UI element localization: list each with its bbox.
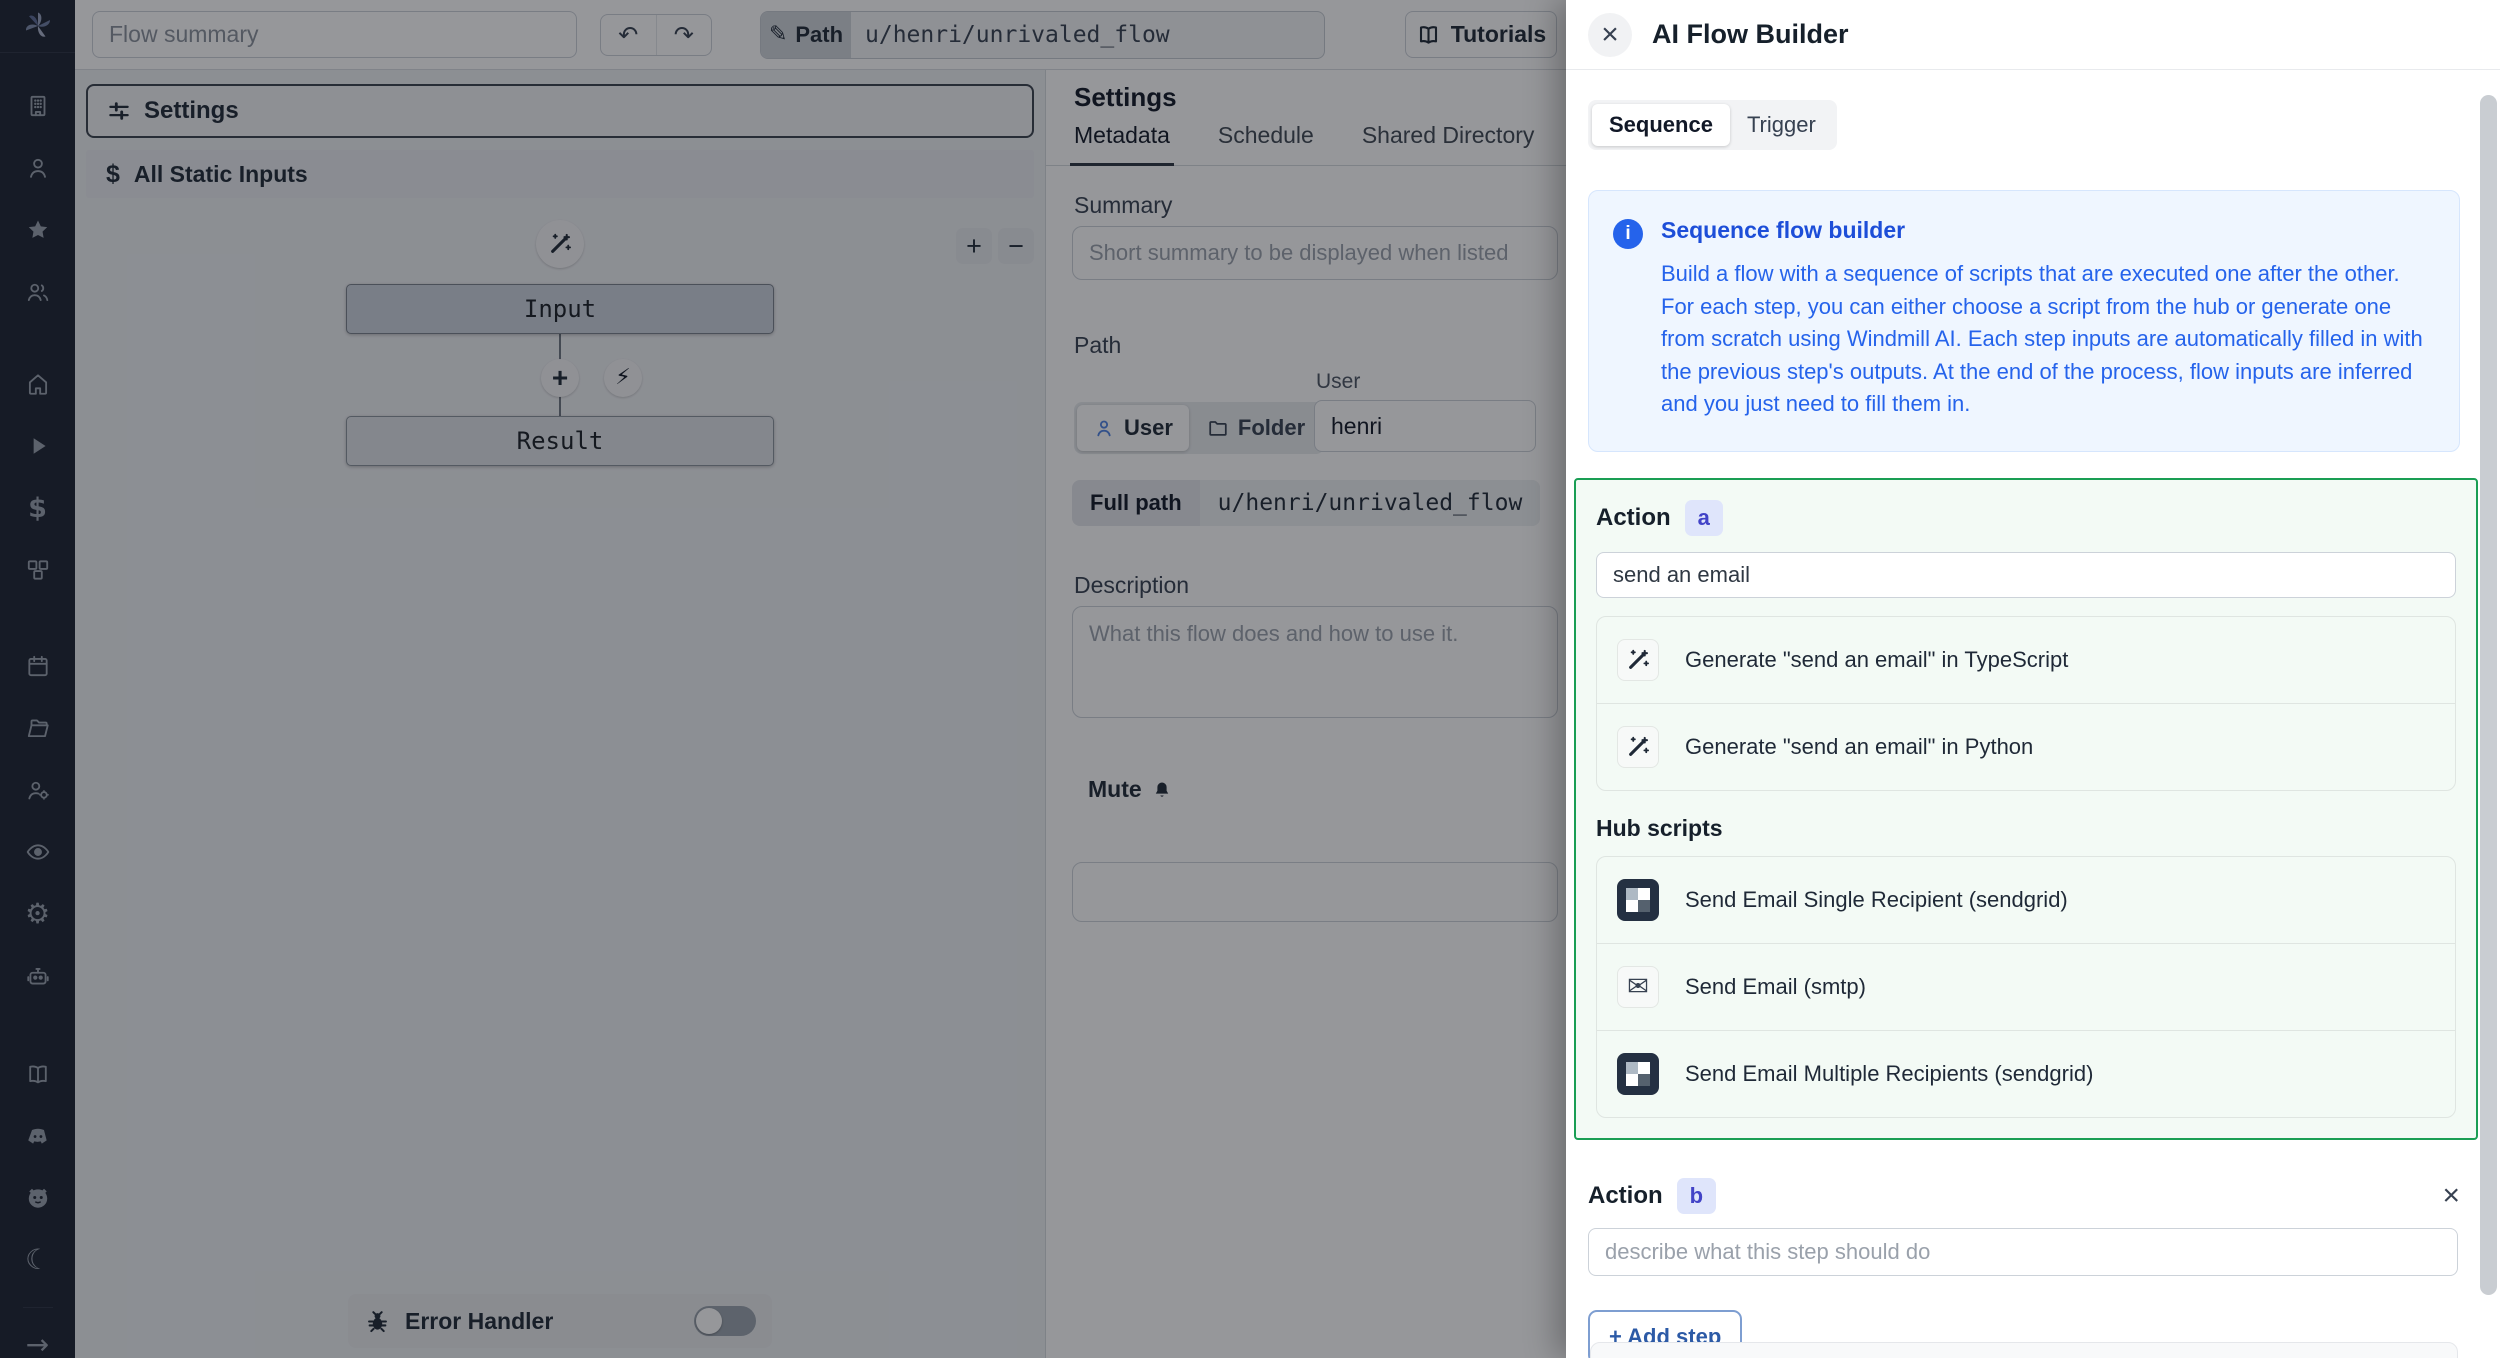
hub-script-label: Send Email (smtp) <box>1685 974 1866 1000</box>
action-a-section: Action a Generate "send an email" in Typ… <box>1574 478 2478 1140</box>
sendgrid-icon <box>1617 1053 1659 1095</box>
drawer-title: AI Flow Builder <box>1652 19 1849 50</box>
close-drawer-button[interactable]: × <box>1588 13 1632 57</box>
hub-scripts-list: Send Email Single Recipient (sendgrid) ✉… <box>1596 856 2456 1118</box>
drawer-body: Sequence Trigger i Sequence flow builder… <box>1566 70 2500 1358</box>
action-b-header: Action b × <box>1588 1178 2460 1214</box>
wand-icon <box>1617 726 1659 768</box>
app-window: $⚙☾→ ↶ ↷ ✎ Path u/henri/unrivaled_flow T… <box>0 0 2500 1358</box>
next-section-partial <box>1590 1342 2458 1358</box>
hub-script-label: Send Email Multiple Recipients (sendgrid… <box>1685 1061 2093 1087</box>
modal-dim-overlay[interactable] <box>0 0 1566 1358</box>
info-body: Build a flow with a sequence of scripts … <box>1661 258 2431 421</box>
generate-typescript-option[interactable]: Generate "send an email" in TypeScript <box>1597 617 2455 703</box>
drawer-header: × AI Flow Builder <box>1566 0 2500 70</box>
hub-script-row[interactable]: Send Email Single Recipient (sendgrid) <box>1597 857 2455 943</box>
hub-script-label: Send Email Single Recipient (sendgrid) <box>1685 887 2068 913</box>
info-icon: i <box>1613 219 1643 249</box>
action-b-badge: b <box>1677 1178 1716 1214</box>
action-b-label: Action <box>1588 1182 1663 1210</box>
hub-scripts-label: Hub scripts <box>1596 815 2456 842</box>
mode-tabs: Sequence Trigger <box>1588 100 1837 150</box>
hub-script-row[interactable]: ✉ Send Email (smtp) <box>1597 943 2455 1030</box>
info-title: Sequence flow builder <box>1661 217 2431 244</box>
sendgrid-icon <box>1617 879 1659 921</box>
generate-options-list: Generate "send an email" in TypeScript G… <box>1596 616 2456 791</box>
remove-action-b-button[interactable]: × <box>2442 1181 2460 1211</box>
hub-script-row[interactable]: Send Email Multiple Recipients (sendgrid… <box>1597 1030 2455 1117</box>
drawer-scrollbar[interactable] <box>2480 95 2497 1295</box>
info-content: Sequence flow builder Build a flow with … <box>1661 217 2431 421</box>
tab-sequence[interactable]: Sequence <box>1592 104 1730 146</box>
action-b-input[interactable] <box>1588 1228 2458 1276</box>
email-icon: ✉ <box>1617 966 1659 1008</box>
generate-python-label: Generate "send an email" in Python <box>1685 734 2033 760</box>
info-box: i Sequence flow builder Build a flow wit… <box>1588 190 2460 452</box>
generate-typescript-label: Generate "send an email" in TypeScript <box>1685 647 2068 673</box>
action-a-label: Action <box>1596 504 1671 532</box>
tab-trigger[interactable]: Trigger <box>1730 104 1833 146</box>
wand-icon <box>1617 639 1659 681</box>
ai-flow-builder-drawer: × AI Flow Builder Sequence Trigger i Seq… <box>1566 0 2500 1358</box>
generate-python-option[interactable]: Generate "send an email" in Python <box>1597 703 2455 790</box>
action-a-badge: a <box>1685 500 1723 536</box>
action-a-header: Action a <box>1596 500 2456 536</box>
action-a-input[interactable] <box>1596 552 2456 598</box>
